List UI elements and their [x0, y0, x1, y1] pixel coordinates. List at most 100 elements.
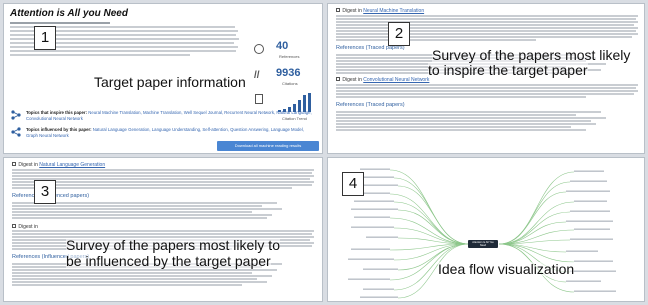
digest-topic-link[interactable]: Natural Language Generation — [39, 162, 105, 168]
mindmap-branch — [393, 201, 470, 245]
references-icon — [254, 44, 264, 54]
digest-line — [336, 24, 634, 26]
mindmap-leaf[interactable] — [351, 248, 390, 250]
reference-line[interactable] — [12, 278, 257, 280]
digest-line — [12, 178, 310, 180]
section-caption-line1: Survey of the papers most likely to — [66, 237, 280, 253]
mindmap-leaf[interactable] — [354, 200, 394, 202]
reference-line[interactable] — [12, 269, 277, 271]
section-caption-line1: Survey of the papers most likely — [432, 47, 631, 63]
influenced-topics-icon — [11, 127, 21, 137]
digest-line — [336, 36, 632, 38]
digest-line — [336, 84, 638, 86]
mindmap-leaf[interactable] — [360, 168, 390, 170]
reference-line[interactable] — [12, 284, 242, 286]
center-node[interactable]: Attention Is All You Need — [468, 240, 498, 249]
mindmap-leaf[interactable] — [566, 280, 601, 282]
mindmap-leaf[interactable] — [566, 250, 598, 252]
digest-line — [336, 90, 638, 92]
mindmap-branch — [498, 221, 567, 245]
mindmap-branches — [348, 168, 616, 299]
download-results-button[interactable]: Download all machine reading results — [217, 141, 319, 151]
digest-line — [336, 27, 638, 29]
mindmap-branch — [397, 185, 470, 245]
checkbox-icon[interactable] — [12, 224, 16, 228]
reference-line[interactable] — [12, 214, 272, 216]
digest-header: Digest in Neural Machine Translation — [336, 8, 424, 14]
paper-title: Attention is All you Need — [10, 8, 128, 19]
abstract-line — [10, 50, 236, 52]
digest-line — [336, 18, 636, 20]
reference-line[interactable] — [336, 129, 586, 131]
mindmap-leaf[interactable] — [570, 180, 607, 182]
mindmap-leaf[interactable] — [570, 238, 613, 240]
section-number: 1 — [34, 26, 56, 50]
mindmap-leaf[interactable] — [574, 228, 610, 230]
mindmap-leaf[interactable] — [351, 226, 394, 228]
reference-line[interactable] — [12, 272, 252, 274]
digest-line — [12, 181, 314, 183]
digest-line — [336, 93, 634, 95]
mindmap-leaf[interactable] — [574, 200, 607, 202]
digest-line — [336, 39, 536, 41]
digest-line — [336, 96, 586, 98]
digest-line — [336, 33, 638, 35]
reference-line[interactable] — [336, 126, 571, 128]
mindmap-leaf[interactable] — [363, 268, 398, 270]
citations-count: 9936 — [276, 67, 301, 79]
digest-line — [12, 175, 314, 177]
digest-header-2: Digest in Convolutional Neural Network — [336, 77, 429, 83]
reference-line[interactable] — [336, 117, 606, 119]
mindmap-leaf[interactable] — [574, 290, 616, 292]
digest-topic-link[interactable]: Neural Machine Translation — [363, 8, 424, 14]
digest-line — [12, 169, 314, 171]
reference-line[interactable] — [336, 111, 601, 113]
references-header-2: References (Traced papers) — [336, 102, 405, 108]
mindmap-leaf[interactable] — [348, 258, 394, 260]
mindmap-leaf[interactable] — [566, 220, 613, 222]
checkbox-icon[interactable] — [336, 8, 340, 12]
digest-line — [12, 233, 312, 235]
mindmap-leaf[interactable] — [354, 216, 390, 218]
inspiring-papers-panel: Digest in Neural Machine Translation Ref… — [327, 3, 645, 154]
mindmap-leaf[interactable] — [363, 288, 394, 290]
trend-icon — [255, 94, 263, 104]
influenced-papers-panel: Digest in Natural Language Generation Re… — [3, 157, 323, 302]
digest-topic-link[interactable]: Convolutional Neural Network — [363, 77, 429, 83]
mindmap-leaf[interactable] — [348, 278, 390, 280]
mindmap-leaf[interactable] — [566, 190, 610, 192]
mindmap-leaf[interactable] — [360, 296, 398, 298]
mindmap-branch — [498, 211, 571, 245]
references-count: 40 — [276, 40, 289, 52]
section-number: 4 — [342, 172, 364, 196]
reference-line[interactable] — [12, 281, 267, 283]
citations-label: Citations — [282, 81, 298, 86]
reference-line[interactable] — [336, 114, 576, 116]
mindmap-branch — [498, 191, 567, 245]
authors-line — [10, 22, 110, 24]
mindmap-branch — [393, 177, 470, 245]
reference-line[interactable] — [12, 208, 282, 210]
checkbox-icon[interactable] — [336, 77, 340, 81]
digest-prefix: Digest in — [342, 8, 362, 14]
mindmap-leaf[interactable] — [570, 270, 616, 272]
mindmap-leaf[interactable] — [570, 210, 610, 212]
mindmap-leaf[interactable] — [366, 236, 398, 238]
references-label: References — [279, 54, 300, 59]
mindmap-leaf[interactable] — [351, 208, 398, 210]
checkbox-icon[interactable] — [12, 162, 16, 166]
reference-line[interactable] — [12, 205, 262, 207]
reference-line[interactable] — [336, 123, 596, 125]
reference-line[interactable] — [336, 120, 591, 122]
reference-line[interactable] — [12, 217, 267, 219]
mindmap-leaf[interactable] — [574, 260, 613, 262]
digest-line — [336, 30, 636, 32]
digest-line — [12, 172, 312, 174]
inspire-topics: Topics that inspire this paper: Neural M… — [26, 110, 316, 121]
mindmap-leaf[interactable] — [574, 170, 604, 172]
digest-line — [12, 230, 314, 232]
reference-line[interactable] — [12, 275, 272, 277]
reference-line[interactable] — [12, 211, 252, 213]
section-caption: Idea flow visualization — [438, 261, 575, 277]
influenced-topics: Topics influenced by this paper: Natural… — [26, 127, 316, 138]
